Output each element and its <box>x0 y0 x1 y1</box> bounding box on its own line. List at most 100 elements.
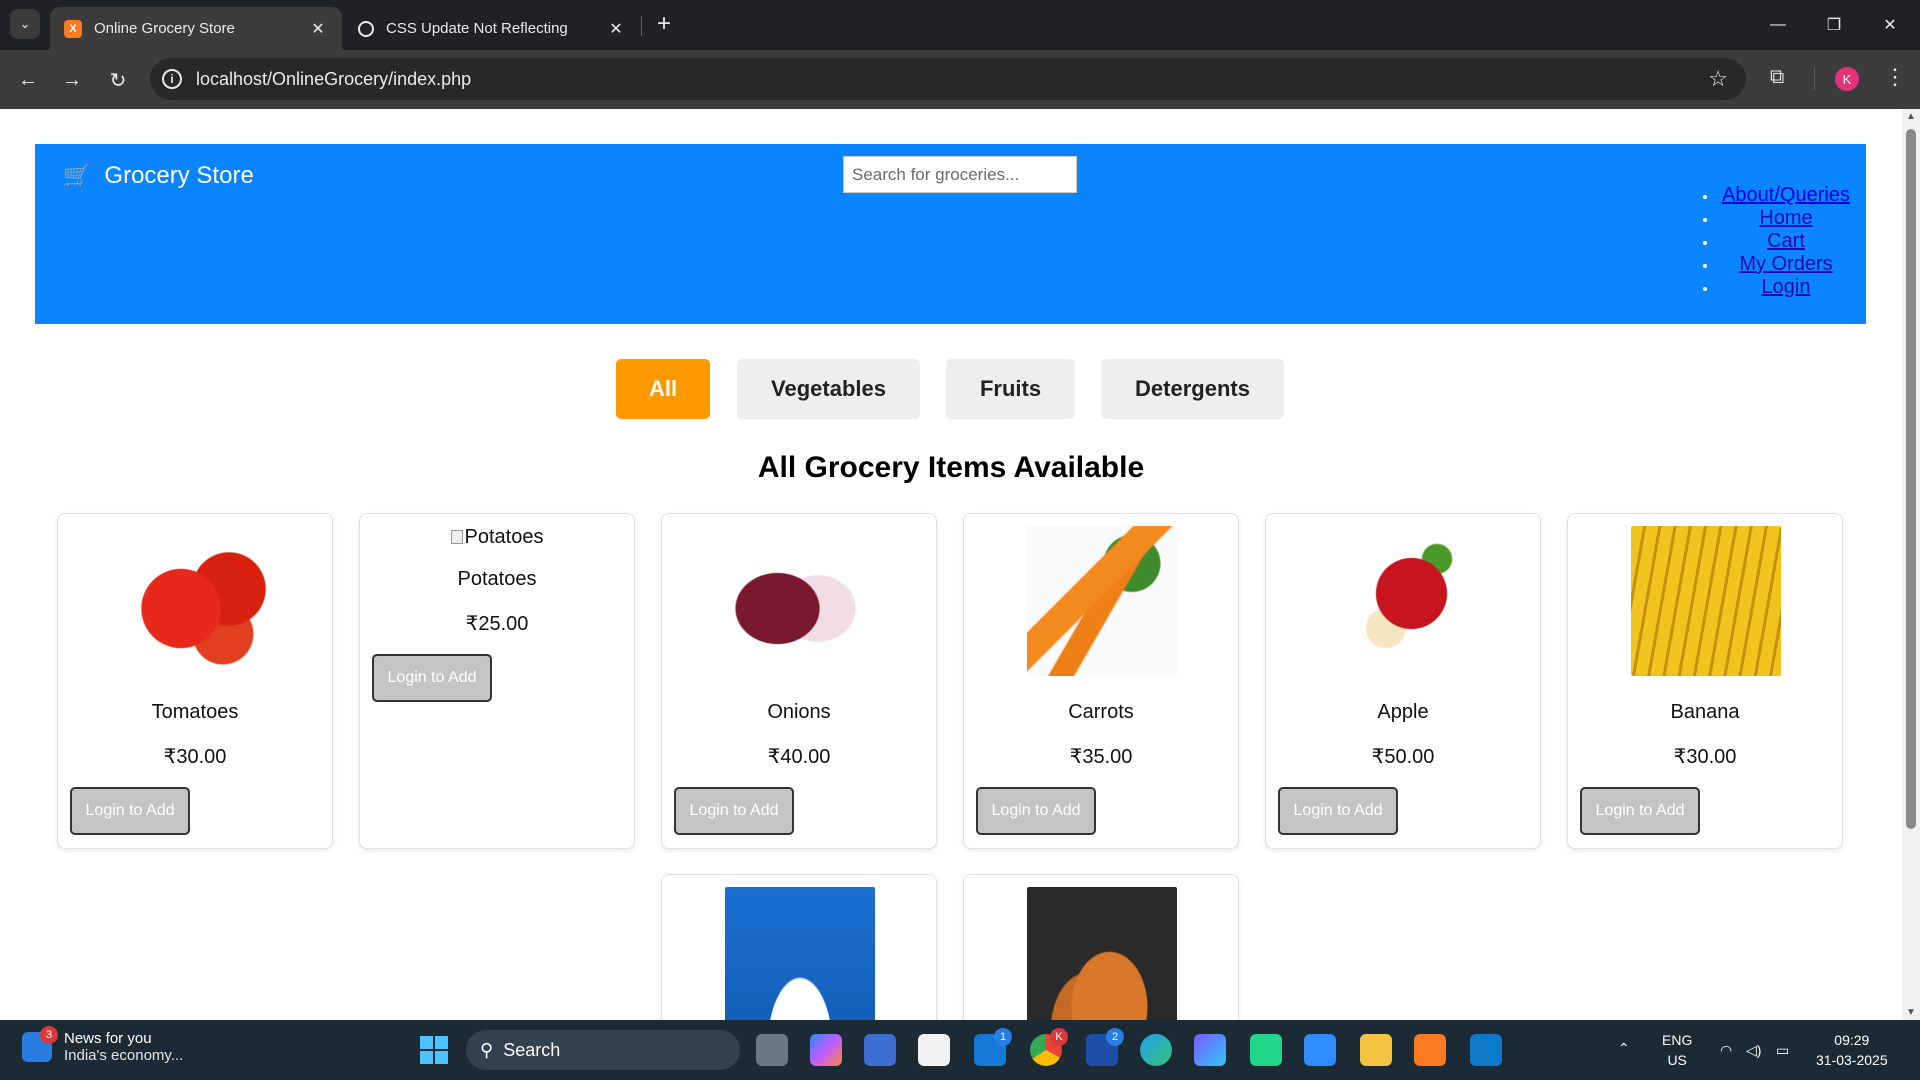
clock[interactable]: 09:29 31-03-2025 <box>1816 1030 1888 1070</box>
forward-arrow-icon[interactable]: → <box>56 64 88 96</box>
tab-online-grocery-store[interactable]: X Online Grocery Store ✕ <box>50 7 342 50</box>
reload-icon[interactable]: ↻ <box>102 64 134 96</box>
filter-vegetables-button[interactable]: Vegetables <box>737 359 920 419</box>
volume-icon[interactable]: ◁) <box>1746 1040 1761 1060</box>
nav-item-home: Home <box>1718 207 1854 230</box>
battery-icon[interactable]: ▭ <box>1776 1040 1789 1060</box>
product-card-potatoes: Potatoes Potatoes ₹25.00 Login to Add <box>359 513 635 849</box>
nav-link-login[interactable]: Login <box>1762 276 1811 298</box>
show-hidden-icons-chevron-icon[interactable]: ⌃ <box>1618 1038 1630 1058</box>
browser-tab-bar: ⌄ X Online Grocery Store ✕ CSS Update No… <box>0 0 1920 50</box>
product-price: ₹40.00 <box>767 746 831 768</box>
onion-image <box>725 526 875 676</box>
product-card-milk <box>661 874 937 1020</box>
section-title: All Grocery Items Available <box>757 451 1145 484</box>
product-name: Carrots <box>1068 701 1134 723</box>
nav-link-my-orders[interactable]: My Orders <box>1739 253 1832 275</box>
clock-date: 31-03-2025 <box>1816 1052 1888 1068</box>
news-subtitle: India's economy... <box>64 1047 184 1064</box>
site-info-icon[interactable]: i <box>162 69 182 89</box>
file-explorer-icon[interactable] <box>1360 1034 1392 1066</box>
taskbar-search[interactable]: ⚲ Search <box>466 1030 740 1070</box>
product-card-carrots: Carrots ₹35.00 Login to Add <box>963 513 1239 849</box>
product-name: Onions <box>767 701 831 723</box>
nav-item-cart: Cart <box>1718 230 1854 253</box>
milk-image <box>725 887 875 1020</box>
product-name: Banana <box>1670 701 1740 723</box>
product-name: Potatoes <box>457 568 537 590</box>
login-to-add-button[interactable]: Login to Add <box>1278 787 1398 835</box>
restore-icon[interactable]: ❐ <box>1806 0 1862 50</box>
login-to-add-button[interactable]: Login to Add <box>372 654 492 702</box>
filter-fruits-button[interactable]: Fruits <box>946 359 1075 419</box>
nav-link-cart[interactable]: Cart <box>1767 230 1805 252</box>
browser-toolbar: ← → ↻ i localhost/OnlineGrocery/index.ph… <box>0 50 1920 109</box>
pycharm-icon[interactable] <box>1250 1034 1282 1066</box>
m365-icon[interactable] <box>1194 1034 1226 1066</box>
close-window-icon[interactable]: ✕ <box>1862 0 1918 50</box>
product-name: Apple <box>1377 701 1429 723</box>
brand[interactable]: 🛒 Grocery Store <box>63 162 254 190</box>
edge-icon[interactable] <box>1140 1034 1172 1066</box>
back-arrow-icon[interactable]: ← <box>12 64 44 96</box>
notepad-icon[interactable] <box>918 1034 950 1066</box>
copilot-icon[interactable] <box>810 1034 842 1066</box>
address-bar[interactable]: i localhost/OnlineGrocery/index.php ☆ <box>150 58 1746 100</box>
url-text[interactable]: localhost/OnlineGrocery/index.php <box>196 69 471 90</box>
tab-title: CSS Update Not Reflecting <box>386 20 568 37</box>
product-card-bread <box>963 874 1239 1020</box>
bookmark-star-icon[interactable]: ☆ <box>1708 66 1728 92</box>
login-to-add-button[interactable]: Login to Add <box>70 787 190 835</box>
wifi-icon[interactable]: ◠ <box>1720 1040 1732 1060</box>
clock-time: 09:29 <box>1834 1032 1870 1048</box>
language-indicator[interactable]: ENG US <box>1662 1030 1692 1070</box>
chrome-icon[interactable]: K <box>1030 1028 1068 1066</box>
xampp-favicon-icon: X <box>64 19 82 38</box>
tab-search-chevron-icon[interactable]: ⌄ <box>10 9 40 39</box>
news-title: News for you <box>64 1030 152 1047</box>
mail-icon[interactable]: 1 <box>974 1028 1012 1066</box>
scroll-thumb[interactable] <box>1906 129 1916 829</box>
vscode-icon[interactable] <box>1470 1034 1502 1066</box>
scroll-up-arrow-icon[interactable]: ▲ <box>1906 111 1916 122</box>
login-to-add-button[interactable]: Login to Add <box>674 787 794 835</box>
site-header: 🛒 Grocery Store About/Queries Home Cart … <box>35 144 1866 324</box>
minimize-icon[interactable]: — <box>1750 0 1806 50</box>
image-alt-text: Potatoes <box>464 526 544 548</box>
nav-link-home[interactable]: Home <box>1759 207 1812 229</box>
brand-name: Grocery Store <box>104 162 254 189</box>
tab-css-update[interactable]: CSS Update Not Reflecting ✕ <box>344 7 640 50</box>
shopping-cart-icon: 🛒 <box>63 163 91 188</box>
scroll-down-arrow-icon[interactable]: ▼ <box>1906 1007 1916 1018</box>
close-tab-icon[interactable]: ✕ <box>606 19 626 39</box>
page-scrollbar[interactable]: ▲ ▼ <box>1902 109 1920 1020</box>
app-cube-icon[interactable] <box>864 1034 896 1066</box>
product-card-apple: Apple ₹50.00 Login to Add <box>1265 513 1541 849</box>
more-menu-icon[interactable]: ⋮ <box>1884 64 1906 90</box>
apple-image <box>1329 526 1479 676</box>
new-tab-plus-icon[interactable]: + <box>650 10 678 38</box>
search-label: Search <box>503 1039 561 1060</box>
product-price: ₹30.00 <box>163 746 227 768</box>
banana-image <box>1631 526 1781 676</box>
close-tab-icon[interactable]: ✕ <box>308 19 328 39</box>
search-icon: ⚲ <box>480 1039 494 1060</box>
l-app-icon[interactable]: 2 <box>1086 1028 1124 1066</box>
search-input[interactable] <box>843 156 1077 193</box>
extensions-puzzle-icon[interactable]: ⧉ <box>1770 66 1794 90</box>
windows-start-icon[interactable] <box>420 1036 448 1064</box>
task-view-icon[interactable] <box>756 1034 788 1066</box>
product-price: ₹30.00 <box>1673 746 1737 768</box>
zoom-icon[interactable] <box>1304 1034 1336 1066</box>
xampp-icon[interactable] <box>1414 1034 1446 1066</box>
news-widget[interactable]: 3 News for you India's economy... <box>22 1026 184 1064</box>
nav-item-my-orders: My Orders <box>1718 253 1854 276</box>
product-price: ₹35.00 <box>1069 746 1133 768</box>
login-to-add-button[interactable]: Login to Add <box>976 787 1096 835</box>
filter-all-button[interactable]: All <box>616 359 710 419</box>
filter-detergents-button[interactable]: Detergents <box>1101 359 1284 419</box>
nav-link-about[interactable]: About/Queries <box>1722 184 1850 206</box>
product-name: Tomatoes <box>151 701 239 723</box>
login-to-add-button[interactable]: Login to Add <box>1580 787 1700 835</box>
profile-avatar[interactable]: K <box>1835 67 1859 91</box>
